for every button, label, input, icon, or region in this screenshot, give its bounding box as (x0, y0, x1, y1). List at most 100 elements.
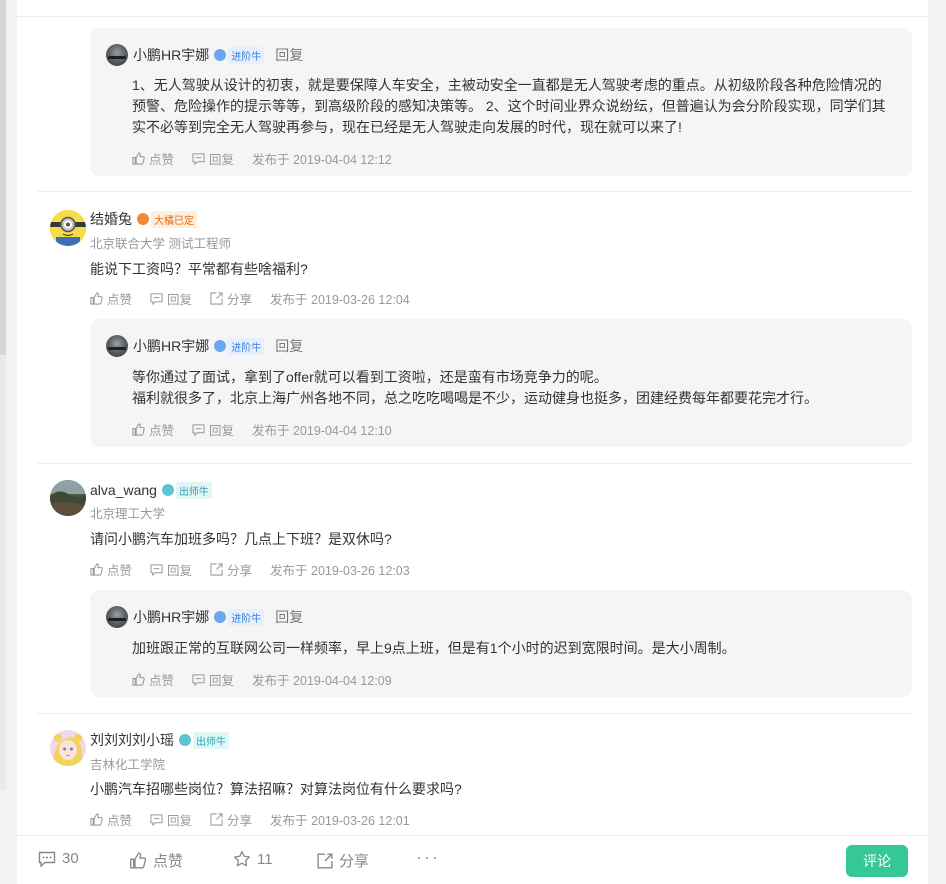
comment-icon (192, 423, 205, 436)
hr-avatar[interactable] (106, 606, 128, 628)
favorite-button[interactable]: 11 (233, 850, 273, 868)
reply-button[interactable]: 回复 (150, 289, 192, 308)
share-button[interactable]: 分享 (210, 560, 252, 579)
like-button[interactable]: 点赞 (90, 560, 132, 579)
divider (37, 713, 912, 714)
thumbs-up-icon (132, 152, 145, 165)
level-badge-icon (179, 734, 191, 746)
level-badge: 进阶牛 (228, 337, 265, 355)
hr-avatar[interactable] (106, 335, 128, 357)
share-post-label: 分享 (339, 853, 370, 870)
share-label: 分享 (227, 814, 253, 828)
comment-text: 请问小鹏汽车加班多吗？几点上下班？是双休吗? (90, 531, 392, 547)
star-count: 11 (257, 850, 273, 868)
thumbs-up-icon (132, 423, 145, 436)
reply-author-name[interactable]: 小鹏HR宇娜 (133, 607, 209, 627)
thumbs-up-icon (132, 673, 145, 686)
share-label: 分享 (227, 564, 253, 578)
reply-link[interactable]: 回复 (275, 45, 303, 65)
thumbs-up-icon (130, 852, 147, 869)
like-post-button[interactable]: 点赞 (129, 850, 183, 871)
comment-icon (192, 152, 205, 165)
anime-avatar-icon (50, 730, 86, 766)
user-avatar[interactable] (50, 480, 86, 516)
hr-avatar[interactable] (106, 44, 128, 66)
comment-count-button[interactable]: 30 (38, 850, 79, 867)
share-label: 分享 (227, 293, 253, 307)
level-badge-icon (161, 484, 174, 496)
comment-author-name[interactable]: 结婚兔 (90, 209, 132, 229)
like-button[interactable]: 点赞 (132, 149, 174, 168)
post-time: 发布于 2019-03-26 12:03 (270, 564, 410, 578)
more-options-icon[interactable]: ··· (416, 847, 440, 868)
write-comment-button[interactable]: 评论 (846, 845, 908, 877)
reply-text: 等你通过了面试，拿到了offer就可以看到工资啦，还是蛮有市场竞争力的呢。 福利… (132, 369, 818, 406)
scroll-thumb[interactable] (0, 0, 6, 355)
reply-card: 小鹏HR宇娜 进阶牛 回复 1、无人驾驶从设计的初衷，就是要保障人车安全，主被动… (90, 28, 912, 176)
level-badge: 进阶牛 (228, 608, 265, 626)
share-icon (210, 813, 223, 826)
like-label: 点赞 (107, 814, 133, 828)
reply-button[interactable]: 回复 (150, 560, 192, 579)
landscape-avatar-icon (50, 480, 86, 516)
like-button[interactable]: 点赞 (132, 670, 174, 689)
reply-author-name[interactable]: 小鹏HR宇娜 (133, 336, 209, 356)
comment-text: 小鹏汽车招哪些岗位？算法招嘛？对算法岗位有什么要求吗? (90, 781, 462, 797)
reply-button[interactable]: 回复 (192, 420, 234, 439)
level-badge: 进阶牛 (228, 46, 265, 64)
level-badge: 大橘已定 (151, 210, 197, 228)
author-subtitle: 北京联合大学 测试工程师 (90, 237, 231, 251)
post-time: 发布于 2019-03-26 12:01 (270, 814, 410, 828)
level-badge: 出师牛 (175, 481, 212, 499)
reply-label: 回复 (167, 564, 193, 578)
comment-icon (150, 563, 163, 576)
comment-icon (150, 292, 163, 305)
like-label: 点赞 (149, 153, 175, 167)
user-avatar[interactable] (50, 210, 86, 246)
level-badge-icon (214, 49, 227, 61)
reply-label: 回复 (209, 674, 235, 688)
like-post-label: 点赞 (153, 853, 184, 870)
like-label: 点赞 (149, 674, 175, 688)
share-post-button[interactable]: 分享 (317, 850, 369, 871)
level-badge-icon (137, 213, 149, 225)
top-divider (17, 16, 928, 17)
share-icon (210, 563, 223, 576)
divider (37, 191, 912, 192)
reply-button[interactable]: 回复 (192, 670, 234, 689)
reply-text: 1、无人驾驶从设计的初衷，就是要保障人车安全，主被动安全一直都是无人驾驶考虑的重… (132, 77, 886, 135)
share-icon (317, 852, 333, 869)
thumbs-up-icon (90, 292, 103, 305)
share-icon (210, 292, 223, 305)
reply-link[interactable]: 回复 (275, 336, 303, 356)
user-avatar[interactable] (50, 730, 86, 766)
reply-card: 小鹏HR宇娜 进阶牛 回复 加班跟正常的互联网公司一样频率，早上9点上班，但是有… (90, 590, 912, 697)
level-badge-icon (214, 340, 227, 352)
thumbs-up-icon (90, 813, 103, 826)
comment-author-name[interactable]: alva_wang (90, 482, 157, 498)
author-subtitle: 吉林化工学院 (90, 758, 166, 772)
bottom-toolbar: 30 点赞 11 分享 ··· 评论 (17, 835, 928, 884)
reply-author-name[interactable]: 小鹏HR宇娜 (133, 45, 209, 65)
star-icon (234, 850, 250, 867)
left-scrollbar[interactable] (0, 0, 6, 790)
like-label: 点赞 (107, 293, 133, 307)
comment-count: 30 (62, 850, 79, 867)
comment-icon (38, 851, 56, 867)
reply-button[interactable]: 回复 (150, 810, 192, 829)
reply-link[interactable]: 回复 (275, 607, 303, 627)
like-button[interactable]: 点赞 (90, 810, 132, 829)
like-button[interactable]: 点赞 (132, 420, 174, 439)
reply-card: 小鹏HR宇娜 进阶牛 回复 等你通过了面试，拿到了offer就可以看到工资啦，还… (90, 319, 912, 447)
level-badge: 出师牛 (193, 731, 229, 749)
share-button[interactable]: 分享 (210, 289, 252, 308)
like-label: 点赞 (149, 424, 175, 438)
post-time: 发布于 2019-04-04 12:12 (252, 153, 392, 167)
thumbs-up-icon (90, 563, 103, 576)
share-button[interactable]: 分享 (210, 810, 252, 829)
reply-button[interactable]: 回复 (192, 149, 234, 168)
post-time: 发布于 2019-03-26 12:04 (270, 293, 410, 307)
comment-author-name[interactable]: 刘刘刘刘小瑶 (90, 730, 174, 750)
like-button[interactable]: 点赞 (90, 289, 132, 308)
like-label: 点赞 (107, 564, 133, 578)
